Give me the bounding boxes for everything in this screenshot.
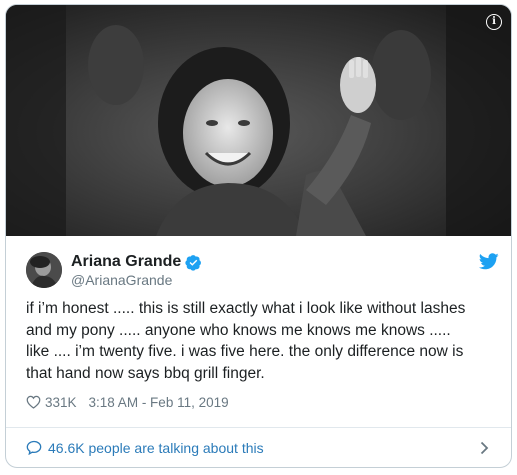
tweet-header: Ariana Grande @ArianaGrande xyxy=(6,236,511,294)
tweet-media-photo[interactable]: i xyxy=(6,5,511,236)
conversation-label[interactable]: 46.6K people are talking about this xyxy=(48,440,264,456)
author-names[interactable]: Ariana Grande @ArianaGrande xyxy=(71,253,202,288)
child-photo xyxy=(6,5,511,236)
tweet-text: if i’m honest ..... this is still exactl… xyxy=(26,300,466,382)
tweet-meta: 331K 3:18 AM - Feb 11, 2019 xyxy=(6,391,511,413)
display-name[interactable]: Ariana Grande xyxy=(71,253,181,271)
conversation-link[interactable]: 46.6K people are talking about this xyxy=(6,427,511,467)
heart-icon[interactable] xyxy=(26,395,41,409)
twitter-bird-icon[interactable] xyxy=(479,253,499,270)
like-count[interactable]: 331K xyxy=(45,395,77,410)
avatar[interactable] xyxy=(26,252,62,288)
chevron-right-icon[interactable] xyxy=(480,441,489,455)
tweet-timestamp[interactable]: 3:18 AM - Feb 11, 2019 xyxy=(89,395,229,410)
author-handle[interactable]: @ArianaGrande xyxy=(71,272,202,288)
verified-badge-icon xyxy=(185,254,202,271)
speech-bubble-icon xyxy=(26,440,42,455)
info-icon[interactable]: i xyxy=(486,14,502,30)
tweet-card: i Ariana Grande @ArianaGrande if i’m hon… xyxy=(5,4,512,468)
